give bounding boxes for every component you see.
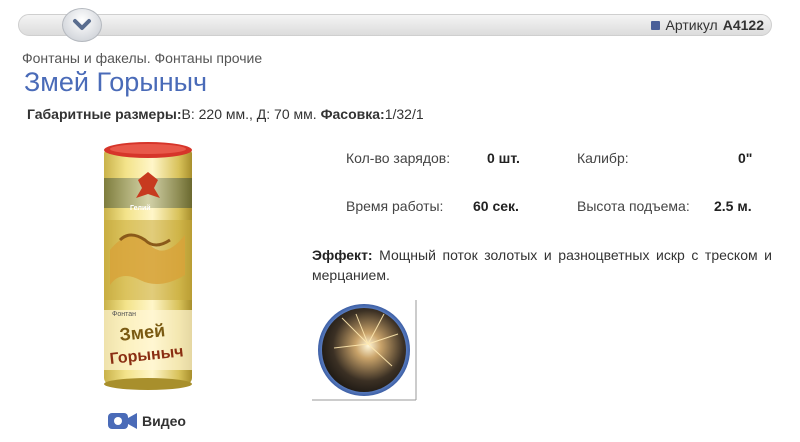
package-brand: Фонтан xyxy=(112,311,136,318)
bullet-square-icon xyxy=(650,20,660,30)
pack-label: Фасовка: xyxy=(320,106,385,122)
article-code: A4122 xyxy=(722,17,764,33)
effect-label: Эффект: xyxy=(312,247,373,263)
duration-label: Время работы: xyxy=(346,198,444,214)
caliber-value: 0" xyxy=(738,150,753,166)
dims-label: Габаритные размеры: xyxy=(27,106,182,122)
charges-value: 0 шт. xyxy=(487,150,520,166)
video-label: Видео xyxy=(142,413,186,429)
product-image[interactable]: Гелий Фонтан Змей Горыныч xyxy=(100,140,196,392)
effect-thumbnail[interactable] xyxy=(312,300,422,402)
charges-label: Кол-во зарядов: xyxy=(346,150,451,166)
product-dimensions: Габаритные размеры:В: 220 мм., Д: 70 мм.… xyxy=(27,106,424,122)
effect-description: Эффект: Мощный поток золотых и разноцвет… xyxy=(312,245,772,285)
pack-value: 1/32/1 xyxy=(384,106,424,122)
svg-text:Гелий: Гелий xyxy=(130,204,151,212)
chevron-down-icon xyxy=(73,19,91,30)
height-label: Высота подъема: xyxy=(577,198,690,214)
collapse-button[interactable] xyxy=(62,8,102,42)
page-title: Змей Горыныч xyxy=(24,67,208,97)
height-value: 2.5 м. xyxy=(714,198,752,214)
caliber-label: Калибр: xyxy=(577,150,629,166)
article-label: Артикул xyxy=(665,17,718,33)
video-link[interactable]: Видео xyxy=(107,410,186,432)
article-number: Артикул A4122 xyxy=(650,17,764,33)
effect-text: Мощный поток золотых и разноцветных искр… xyxy=(312,247,772,283)
dims-value: В: 220 мм., Д: 70 мм. xyxy=(181,106,317,122)
breadcrumb: Фонтаны и факелы. Фонтаны прочие xyxy=(22,50,263,66)
duration-value: 60 сек. xyxy=(473,198,519,214)
video-camera-icon xyxy=(108,413,137,429)
